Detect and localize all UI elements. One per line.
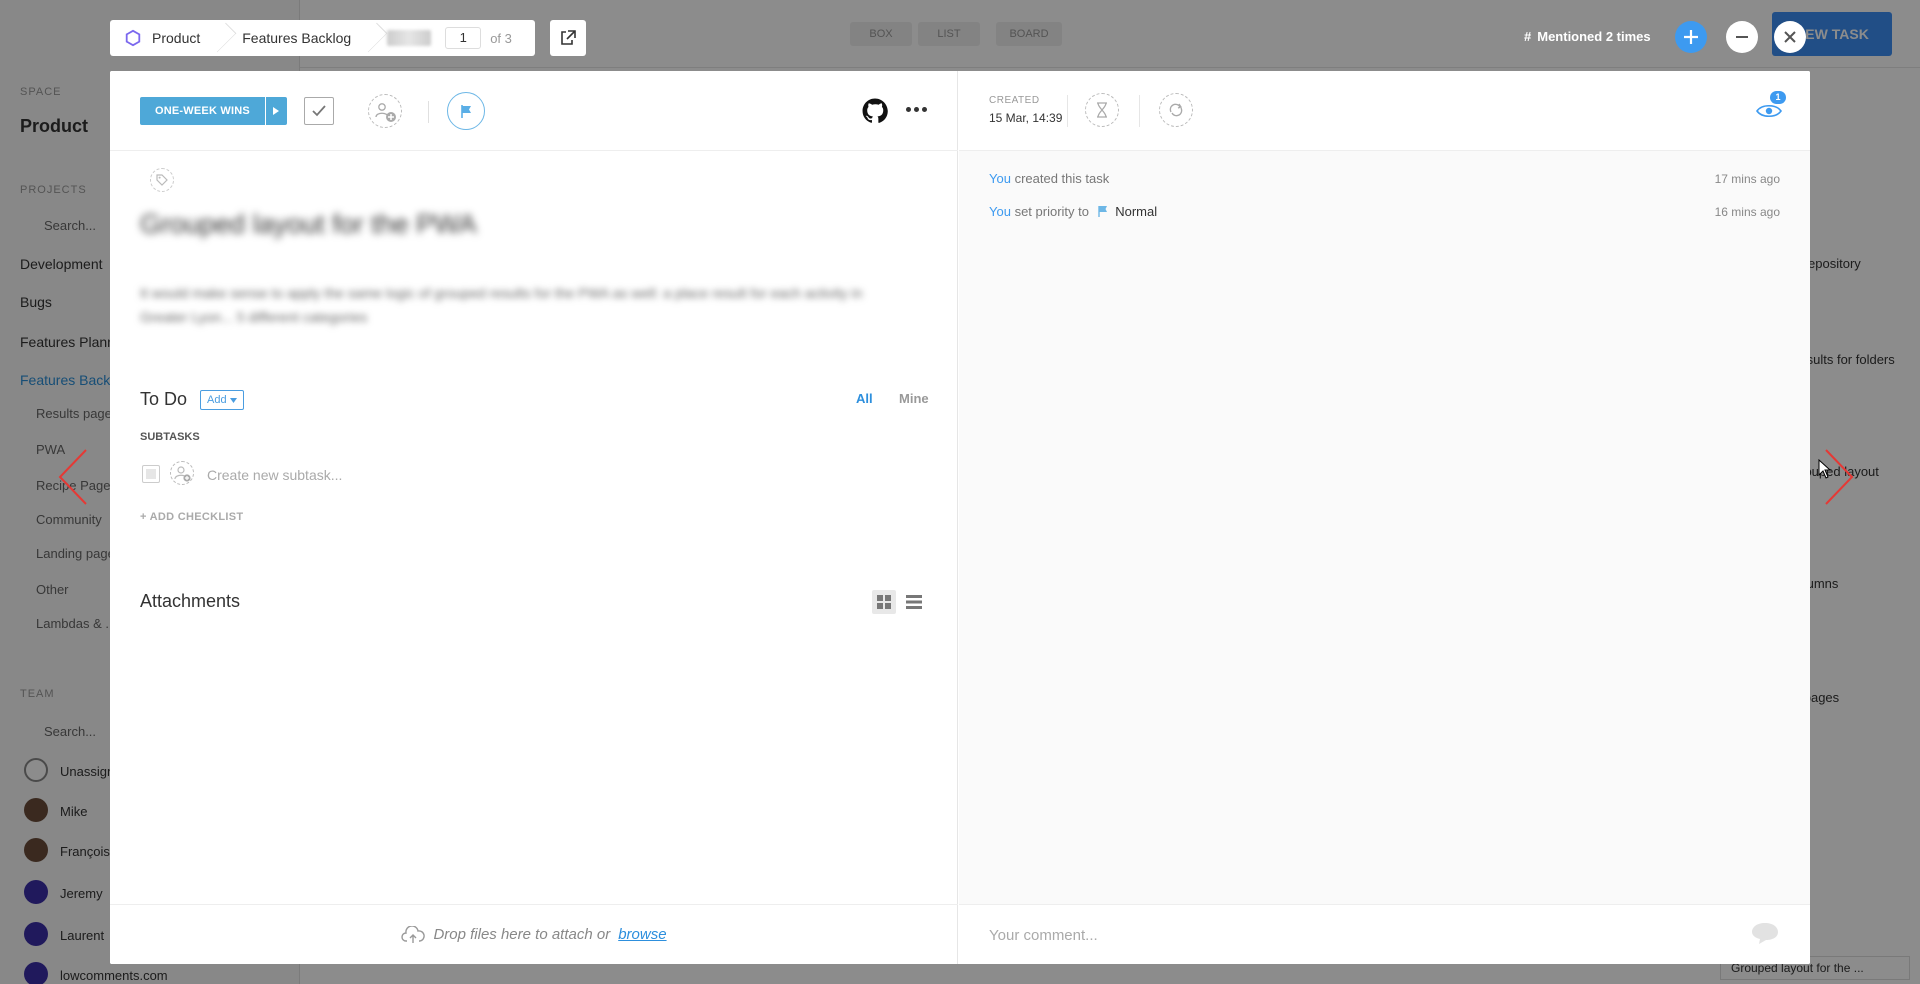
- priority-button[interactable]: [447, 92, 485, 130]
- add-tag-button[interactable]: [150, 168, 174, 192]
- flag-icon: [1097, 206, 1107, 217]
- caret-right-icon: [273, 107, 280, 115]
- task-meta-bar: CREATED 15 Mar, 14:39 1: [959, 71, 1810, 151]
- list-view-button[interactable]: [902, 590, 926, 614]
- tag-icon: [156, 174, 168, 186]
- activity-text: set priority to: [1014, 204, 1089, 219]
- flag-icon: [461, 105, 471, 118]
- assignee-button[interactable]: [368, 94, 402, 128]
- status-button[interactable]: ONE-WEEK WINS: [140, 97, 287, 125]
- activity-time: 17 mins ago: [1714, 172, 1780, 186]
- comment-bar: [959, 904, 1810, 964]
- activity-priority: Normal: [1115, 204, 1158, 219]
- project-icon: [125, 29, 141, 47]
- grid-icon: [877, 595, 891, 609]
- task-title[interactable]: Grouped layout for the PWA: [140, 209, 477, 240]
- new-subtask-input[interactable]: [207, 464, 607, 486]
- minus-icon: [1736, 36, 1748, 38]
- add-button[interactable]: [1675, 21, 1707, 53]
- list-icon: [906, 595, 922, 609]
- add-user-icon: [375, 103, 396, 122]
- hash-icon: #: [1524, 29, 1532, 44]
- comment-input[interactable]: [989, 923, 1689, 947]
- activity-user[interactable]: You: [989, 171, 1011, 186]
- close-icon: [1784, 31, 1796, 43]
- meta-divider: [1139, 95, 1140, 127]
- task-modal: ONE-WEEK WINS Grouped layout for the PWA…: [110, 71, 1810, 964]
- todo-heading: To Do: [140, 389, 188, 409]
- previous-task-arrow-icon[interactable]: [56, 448, 90, 506]
- activity-text: created this task: [1014, 171, 1110, 186]
- grid-view-button[interactable]: [872, 590, 896, 614]
- check-icon: [312, 105, 326, 117]
- activity-item: You created this task 17 mins ago: [989, 171, 1780, 191]
- created-label: CREATED: [989, 95, 1040, 106]
- todo-add-button[interactable]: Add: [200, 390, 244, 410]
- subtask-checkbox[interactable]: [142, 465, 160, 483]
- mentions-label: Mentioned 2 times: [1537, 29, 1651, 44]
- todo-add-label: Add: [207, 394, 227, 406]
- filter-all-tab[interactable]: All: [856, 391, 873, 406]
- close-button[interactable]: [1774, 21, 1806, 53]
- breadcrumb: Product Features Backlog 1 of 3: [110, 20, 535, 56]
- breadcrumb-list[interactable]: Features Backlog: [228, 20, 365, 56]
- plus-icon: [1684, 30, 1698, 44]
- github-icon[interactable]: [862, 98, 888, 124]
- task-main-pane: ONE-WEEK WINS Grouped layout for the PWA…: [110, 71, 958, 964]
- attachment-drop-zone[interactable]: Drop files here to attach or browse: [110, 904, 958, 964]
- activity-time: 16 mins ago: [1714, 205, 1780, 219]
- recurring-button[interactable]: [1159, 93, 1193, 127]
- attachments-heading: Attachments: [140, 591, 241, 611]
- hourglass-icon: [1097, 102, 1107, 118]
- activity-user[interactable]: You: [989, 204, 1011, 219]
- browse-link[interactable]: browse: [618, 926, 666, 943]
- recurring-icon: [1169, 103, 1183, 117]
- breadcrumb-task[interactable]: 1 of 3: [379, 20, 512, 56]
- toolbar-divider: [428, 101, 429, 123]
- task-description[interactable]: It would make sense to apply the same lo…: [140, 281, 900, 329]
- meta-divider: [1067, 95, 1068, 127]
- filter-mine-tab[interactable]: Mine: [899, 391, 929, 406]
- breadcrumb-task-id: [387, 30, 432, 46]
- complete-button[interactable]: [304, 97, 334, 125]
- mouse-cursor-icon: [1818, 459, 1832, 479]
- breadcrumb-project-label: Product: [152, 30, 201, 46]
- page-total: of 3: [490, 30, 512, 46]
- breadcrumb-list-label: Features Backlog: [242, 30, 352, 46]
- watchers-count-badge: 1: [1770, 91, 1786, 104]
- activity-item: You set priority to Normal 16 mins ago: [989, 204, 1780, 224]
- add-user-icon: [174, 466, 191, 482]
- eye-icon: [1756, 104, 1782, 118]
- export-icon: [561, 30, 576, 45]
- breadcrumb-separator: [365, 20, 379, 56]
- activity-pane: CREATED 15 Mar, 14:39 1 You created this…: [959, 71, 1810, 964]
- comment-bubble-icon[interactable]: [1750, 921, 1780, 945]
- breadcrumb-project[interactable]: Product: [110, 20, 214, 56]
- cloud-upload-icon: [401, 925, 426, 943]
- drop-text: Drop files here to attach or: [433, 926, 611, 943]
- minimize-button[interactable]: [1726, 21, 1758, 53]
- caret-down-icon: [229, 397, 237, 403]
- status-next-button[interactable]: [264, 97, 287, 125]
- subtask-assignee-button[interactable]: [170, 461, 194, 485]
- created-date: 15 Mar, 14:39: [989, 111, 1063, 125]
- add-checklist-button[interactable]: + ADD CHECKLIST: [140, 511, 243, 523]
- status-label[interactable]: ONE-WEEK WINS: [140, 97, 265, 125]
- task-toolbar: ONE-WEEK WINS: [110, 71, 958, 151]
- mentions-link[interactable]: # Mentioned 2 times: [1524, 29, 1651, 44]
- subtasks-heading: SUBTASKS: [140, 431, 200, 443]
- time-estimate-button[interactable]: [1085, 93, 1119, 127]
- open-external-button[interactable]: [550, 20, 586, 56]
- page-number-input[interactable]: 1: [445, 27, 482, 49]
- more-options-icon[interactable]: [906, 107, 927, 112]
- breadcrumb-separator: [214, 20, 228, 56]
